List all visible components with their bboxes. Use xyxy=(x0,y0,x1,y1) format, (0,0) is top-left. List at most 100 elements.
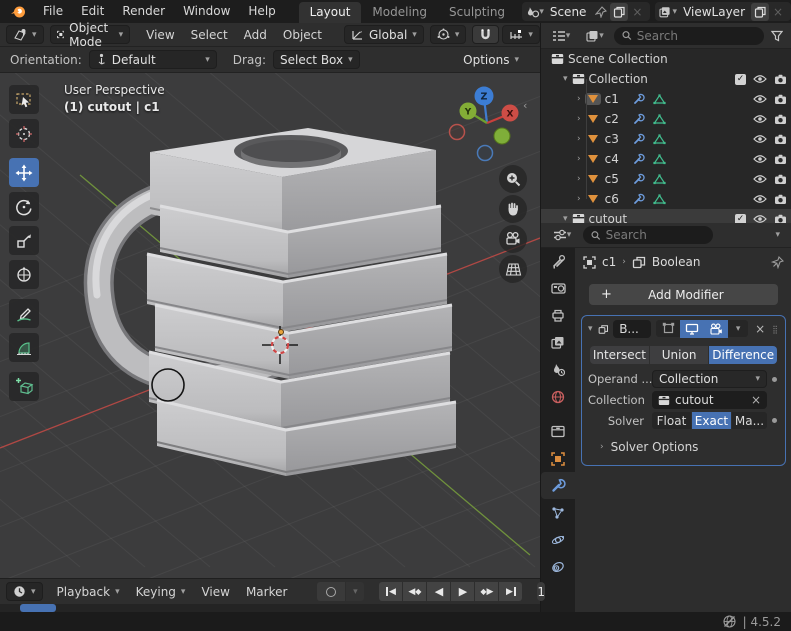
menu-file[interactable]: File xyxy=(34,0,72,23)
ortho-grid-button[interactable] xyxy=(499,255,527,283)
collection-checkbox[interactable]: ✓ xyxy=(735,73,746,85)
outliner-row-collection[interactable]: ▾ Collection ✓ xyxy=(541,69,791,89)
drag-setting-dropdown[interactable]: Select Box ▾ xyxy=(272,50,360,69)
menu-timeline-view[interactable]: View xyxy=(193,585,237,599)
workspace-tab-layout[interactable]: Layout xyxy=(298,2,362,23)
collection-clear-button[interactable]: × xyxy=(751,393,761,407)
properties-search[interactable] xyxy=(583,226,713,244)
menu-help[interactable]: Help xyxy=(239,0,284,23)
menu-object[interactable]: Object xyxy=(275,28,330,42)
tab-physics[interactable] xyxy=(541,526,575,553)
modifier-drag-handle[interactable]: ⣿ xyxy=(772,325,779,334)
viewlayer-new-button[interactable] xyxy=(751,2,769,21)
solver-animate-dot[interactable] xyxy=(772,418,777,423)
transform-orientation-dropdown[interactable]: Global ▾ xyxy=(344,25,424,44)
outliner-row-object[interactable]: › c6 xyxy=(541,189,791,209)
op-union-button[interactable]: Union xyxy=(649,346,709,364)
hide-eye-icon[interactable] xyxy=(753,114,767,124)
tab-modifiers[interactable] xyxy=(541,472,575,499)
gizmo-y-neg-axis[interactable] xyxy=(493,127,511,145)
modifier-name-field[interactable]: B... xyxy=(613,320,652,338)
region-collapse-chevron[interactable]: ‹ xyxy=(523,99,527,112)
play-button[interactable]: ▶ xyxy=(451,582,475,601)
pivot-point-dropdown[interactable]: ▾ xyxy=(429,25,467,44)
auto-keying-dropdown[interactable]: ▾ xyxy=(346,582,365,601)
editor-type-button[interactable]: ▾ xyxy=(6,25,44,44)
menu-render[interactable]: Render xyxy=(113,0,174,23)
collection-expand-icon[interactable]: ▾ xyxy=(563,74,568,84)
tool-transform[interactable] xyxy=(9,260,39,289)
edit-mode-cage-toggle[interactable] xyxy=(656,320,681,337)
solver-float-button[interactable]: Float xyxy=(652,412,691,429)
tab-tool[interactable] xyxy=(541,248,575,275)
playhead[interactable] xyxy=(20,604,56,612)
outliner-row-object[interactable]: › c3 xyxy=(541,129,791,149)
collection-render-camera-icon[interactable] xyxy=(774,74,787,85)
realtime-display-toggle[interactable] xyxy=(680,320,705,338)
breadcrumb-modifier[interactable]: Boolean xyxy=(652,255,701,269)
outliner-row-object[interactable]: › c4 xyxy=(541,149,791,169)
modifier-extras-dropdown[interactable]: ▾ xyxy=(728,320,749,337)
cutout-hide-eye-icon[interactable] xyxy=(753,214,767,223)
jump-to-end-button[interactable]: ▶ xyxy=(499,582,523,601)
workspace-tab-modeling[interactable]: Modeling xyxy=(361,2,438,23)
tab-world[interactable] xyxy=(541,383,575,410)
camera-view-button[interactable] xyxy=(499,225,527,253)
tool-cursor[interactable] xyxy=(9,119,39,148)
outliner-row-cutout[interactable]: ▾ cutout ✓ xyxy=(541,209,791,223)
snap-settings-dropdown[interactable]: ▾ xyxy=(502,25,540,44)
tab-output[interactable] xyxy=(541,302,575,329)
tool-move[interactable] xyxy=(9,158,39,187)
hide-eye-icon[interactable] xyxy=(753,94,767,104)
pan-view-button[interactable] xyxy=(499,195,527,223)
hide-eye-icon[interactable] xyxy=(753,134,767,144)
tool-measure[interactable] xyxy=(9,333,39,362)
properties-search-input[interactable] xyxy=(605,228,705,242)
workspace-tab-sculpting[interactable]: Sculpting xyxy=(438,2,516,23)
add-modifier-button[interactable]: + Add Modifier xyxy=(589,284,778,305)
render-camera-icon[interactable] xyxy=(774,134,787,145)
breadcrumb-object[interactable]: c1 xyxy=(602,255,616,269)
tool-annotate[interactable] xyxy=(9,299,39,328)
modifier-expand-icon[interactable]: ▾ xyxy=(588,324,593,334)
menu-keying[interactable]: Keying ▾ xyxy=(128,585,194,599)
tool-rotate[interactable] xyxy=(9,192,39,221)
scene-new-button[interactable] xyxy=(610,2,629,21)
mode-dropdown[interactable]: Object Mode ▾ xyxy=(49,21,131,49)
gizmo-x-neg-axis[interactable] xyxy=(448,123,466,141)
blender-logo-icon[interactable] xyxy=(0,5,34,19)
viewlayer-name[interactable]: ViewLayer xyxy=(677,5,751,19)
options-dropdown[interactable]: Options ▾ xyxy=(456,50,526,69)
zoom-view-button[interactable] xyxy=(499,165,527,193)
render-camera-icon[interactable] xyxy=(774,94,787,105)
pin-icon[interactable] xyxy=(771,255,784,269)
outliner-row-object[interactable]: › c1 xyxy=(541,89,791,109)
outliner-filter-dropdown[interactable]: ▾ xyxy=(580,27,610,45)
render-camera-icon[interactable] xyxy=(774,114,787,125)
properties-editor-type-button[interactable]: ▾ xyxy=(546,226,578,244)
menu-view[interactable]: View xyxy=(138,28,182,42)
cutout-expand-icon[interactable]: ▾ xyxy=(563,214,568,223)
tool-select-box[interactable] xyxy=(9,85,39,114)
tab-scene[interactable] xyxy=(541,356,575,383)
next-keyframe-button[interactable]: ◆ ▶ xyxy=(475,582,499,601)
cutout-render-camera-icon[interactable] xyxy=(774,214,787,224)
scene-name[interactable]: Scene xyxy=(544,5,593,19)
jump-to-start-button[interactable]: ◀ xyxy=(379,582,403,601)
timeline-strip[interactable] xyxy=(0,604,540,612)
properties-options-chevron[interactable]: ▾ xyxy=(769,230,786,240)
play-reverse-button[interactable]: ◀ xyxy=(427,582,451,601)
scene-pin-icon[interactable] xyxy=(592,3,610,21)
tab-particles[interactable] xyxy=(541,499,575,526)
outliner-search[interactable] xyxy=(614,26,764,45)
auto-keying-toggle[interactable] xyxy=(317,582,346,601)
menu-marker[interactable]: Marker xyxy=(238,585,295,599)
outliner-display-mode-dropdown[interactable]: ▾ xyxy=(546,27,576,45)
collection-hide-eye-icon[interactable] xyxy=(753,74,767,84)
outliner-search-input[interactable] xyxy=(636,28,756,43)
tab-render[interactable] xyxy=(541,275,575,302)
gizmo-z-neg-axis[interactable] xyxy=(476,144,494,162)
prev-keyframe-button[interactable]: ◀ ◆ xyxy=(403,582,427,601)
solver-exact-button[interactable]: Exact xyxy=(691,412,731,429)
hide-eye-icon[interactable] xyxy=(753,194,767,204)
